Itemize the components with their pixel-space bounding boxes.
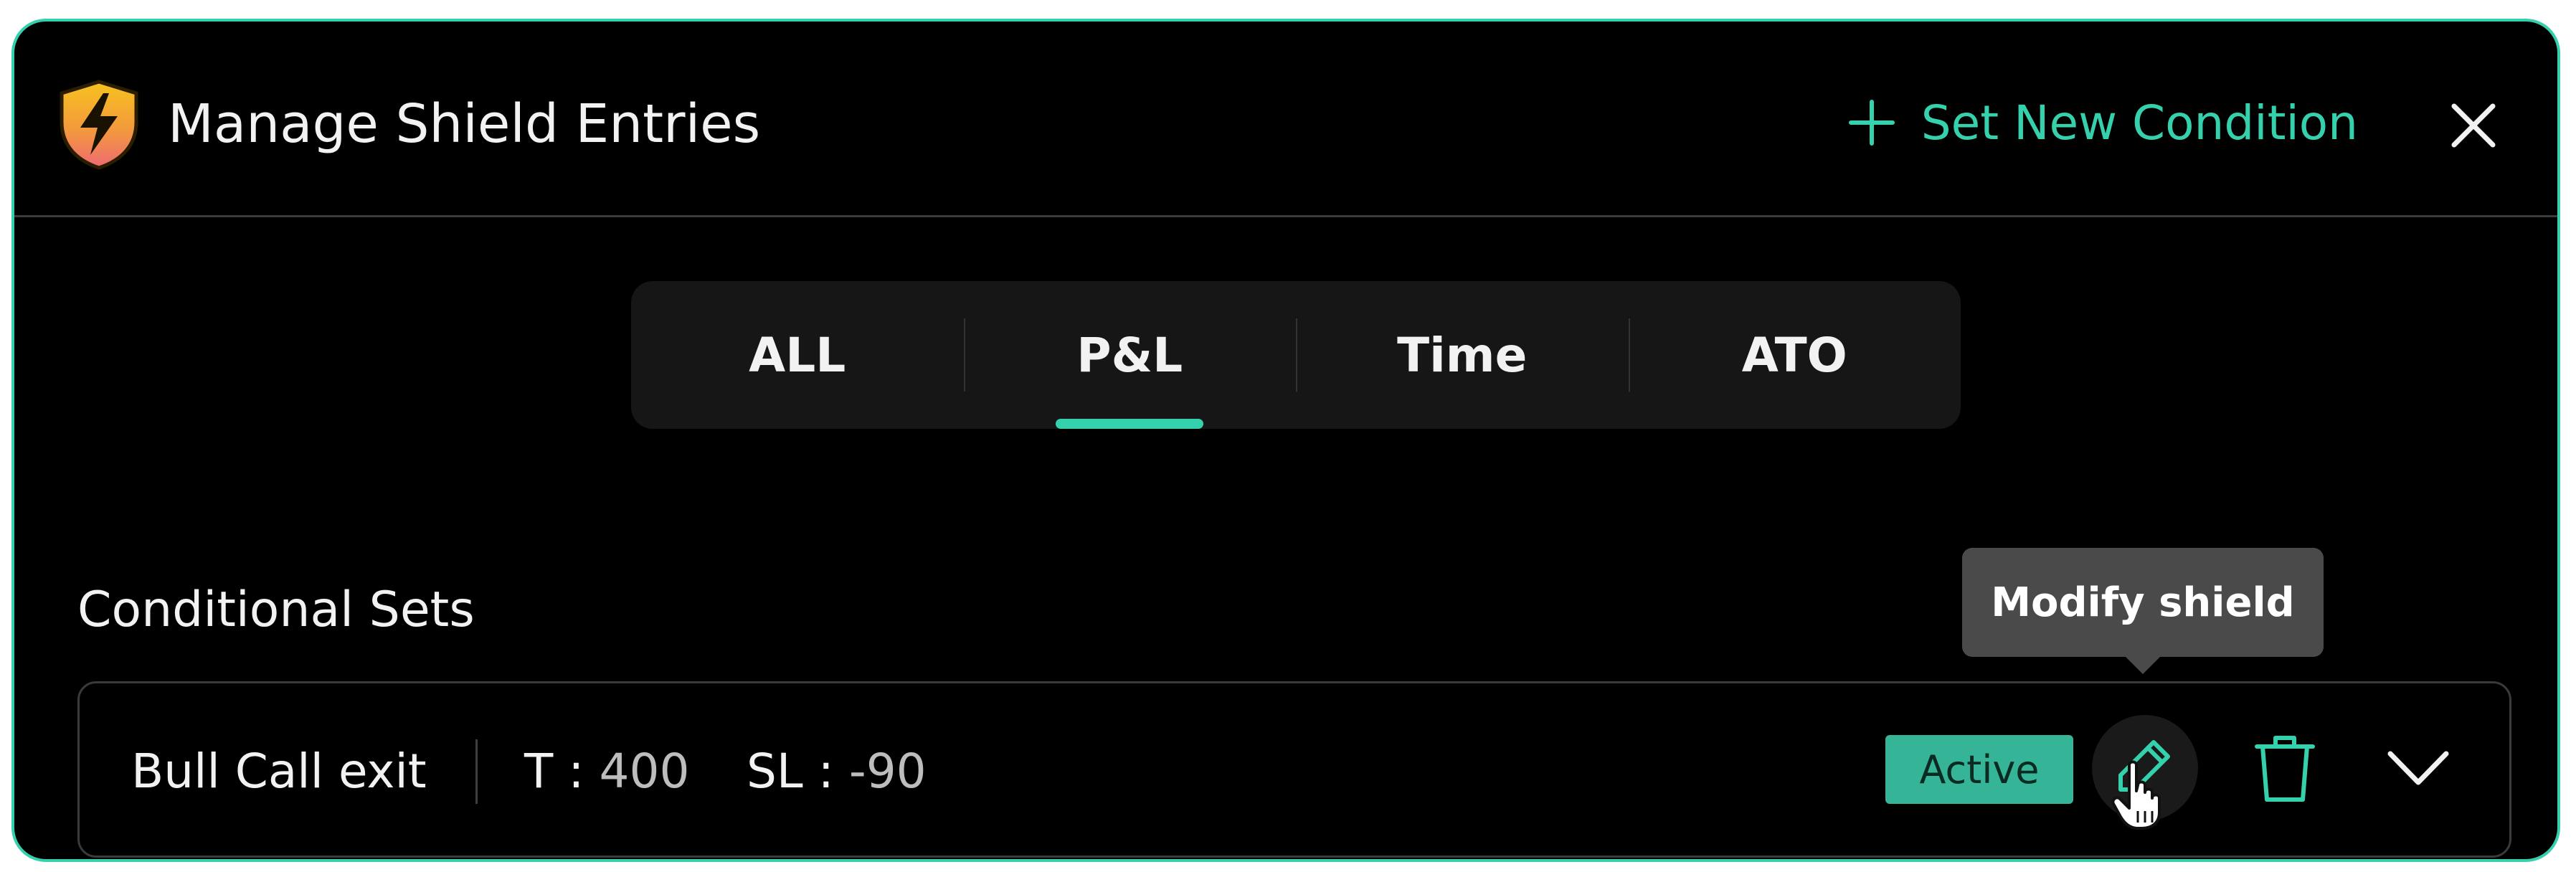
tab-time[interactable]: Time	[1296, 281, 1629, 429]
shield-lightning-icon	[60, 80, 138, 170]
chevron-down-icon[interactable]	[2385, 744, 2452, 794]
close-icon[interactable]	[2448, 100, 2499, 151]
tab-all[interactable]: ALL	[631, 281, 964, 429]
tab-label: ATO	[1741, 327, 1847, 383]
tab-label: Time	[1397, 327, 1528, 383]
section-title: Conditional Sets	[77, 582, 475, 638]
target-metric: T : 400	[524, 739, 690, 804]
set-new-condition-button[interactable]: Set New Condition	[1847, 90, 2358, 155]
status-badge: Active	[1885, 735, 2073, 804]
target-value: 400	[599, 744, 690, 799]
condition-name: Bull Call exit	[131, 744, 427, 799]
modal-header: Manage Shield Entries Set New Condition	[14, 22, 2557, 217]
condition-row[interactable]: Bull Call exit T : 400 SL : -90 Active	[77, 681, 2511, 858]
hand-pointer-icon	[2111, 760, 2161, 830]
row-divider	[475, 739, 478, 804]
target-label: T :	[524, 744, 584, 799]
manage-shield-modal: Manage Shield Entries Set New Condition …	[11, 19, 2560, 862]
stoploss-metric: SL : -90	[747, 739, 927, 804]
stoploss-label: SL :	[747, 744, 834, 799]
tab-ato[interactable]: ATO	[1628, 281, 1961, 429]
modal-title: Manage Shield Entries	[168, 93, 761, 155]
tab-label: ALL	[749, 327, 846, 383]
modify-shield-tooltip: Modify shield	[1962, 548, 2324, 674]
set-new-condition-label: Set New Condition	[1921, 95, 2358, 151]
plus-icon	[1848, 100, 1895, 146]
trash-icon[interactable]	[2251, 731, 2319, 805]
modify-shield-button[interactable]	[2092, 715, 2198, 830]
stoploss-value: -90	[848, 744, 927, 799]
tab-label: P&L	[1076, 327, 1183, 383]
filter-tabs: ALL P&L Time ATO	[631, 281, 1961, 429]
tab-pnl[interactable]: P&L	[963, 281, 1297, 429]
